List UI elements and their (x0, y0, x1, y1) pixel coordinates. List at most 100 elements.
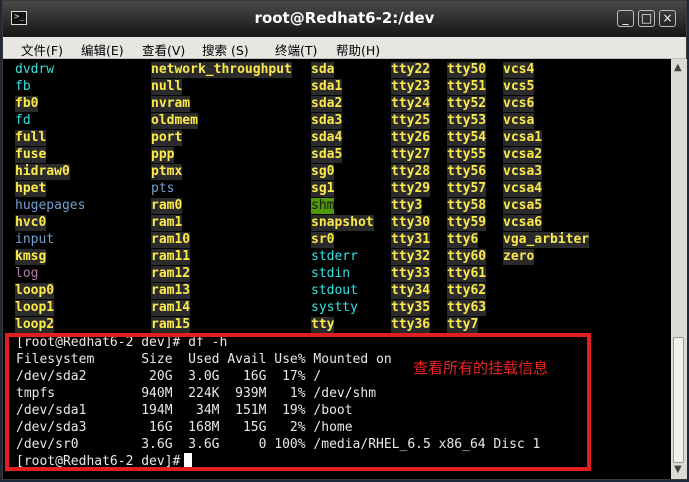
listing-entry: vcsa3 (503, 164, 543, 180)
listing-entry: tty30 (391, 215, 431, 231)
listing-entry: vcsa1 (503, 130, 543, 146)
listing-entry: tty (311, 317, 335, 333)
listing-entry: tty31 (391, 232, 431, 248)
listing-entry: tty62 (447, 283, 487, 299)
listing-entry: tty22 (391, 62, 431, 78)
listing-entry: ram11 (151, 249, 191, 265)
listing-entry: systty (311, 300, 358, 315)
listing-entry: tty61 (447, 266, 487, 282)
listing-entry: port (151, 130, 183, 146)
listing-entry: loop0 (15, 283, 55, 299)
scrollbar[interactable]: ▲ ▼ (671, 59, 687, 479)
listing-entry: tty50 (447, 62, 487, 78)
listing-entry: tty23 (391, 79, 431, 95)
annotation-label: 查看所有的挂载信息 (413, 359, 549, 377)
listing-entry: tty32 (391, 249, 431, 265)
listing-entry: input (15, 232, 55, 247)
listing-entry: fd (15, 113, 31, 128)
listing-entry: network_throughput (151, 62, 292, 78)
listing-entry: sg1 (311, 181, 335, 197)
listing-entry: tty55 (447, 147, 487, 163)
listing-entry: tty58 (447, 198, 487, 214)
menu-bar: 文件(F) 编辑(E) 查看(V) 搜索 (S) 终端(T) 帮助(H) (3, 37, 686, 59)
listing-entry: tty29 (391, 181, 431, 197)
listing-entry: oldmem (151, 113, 198, 129)
scrollbar-thumb[interactable] (673, 337, 684, 463)
listing-entry: tty24 (391, 96, 431, 112)
listing-entry: ram10 (151, 232, 191, 248)
listing-entry: pts (151, 181, 175, 196)
listing-entry: tty52 (447, 96, 487, 112)
listing-entry: sda (311, 62, 335, 78)
listing-entry: tty56 (447, 164, 487, 180)
listing-entry: vcsa2 (503, 147, 543, 163)
maximize-button[interactable]: □ (638, 10, 655, 27)
listing-entry: tty33 (391, 266, 431, 282)
listing-entry: tty26 (391, 130, 431, 146)
listing-entry: stdin (311, 266, 351, 281)
listing-entry: hvc0 (15, 215, 47, 231)
menu-terminal[interactable]: 终端(T) (275, 40, 317, 59)
listing-entry: ram0 (151, 198, 183, 214)
listing-entry: stderr (311, 249, 358, 264)
listing-entry: stdout (311, 283, 358, 298)
listing-entry: tty6 (447, 232, 479, 248)
listing-entry: hidraw0 (15, 164, 70, 180)
title-bar[interactable]: >_ root@Redhat6-2:/dev _ □ × (3, 1, 686, 37)
listing-entry: loop2 (15, 317, 55, 333)
listing-entry: zero (503, 249, 535, 265)
listing-entry: full (15, 130, 47, 146)
listing-entry: vcs5 (503, 79, 535, 95)
listing-entry: tty28 (391, 164, 431, 180)
listing-entry: sda3 (311, 113, 343, 129)
listing-entry: ram13 (151, 283, 191, 299)
listing-entry: tty54 (447, 130, 487, 146)
listing-entry: hugepages (15, 198, 86, 213)
listing-entry: sr0 (311, 232, 335, 248)
listing-entry: tty53 (447, 113, 487, 129)
listing-entry: tty25 (391, 113, 431, 129)
listing-entry: tty7 (447, 317, 479, 333)
listing-entry: tty35 (391, 300, 431, 316)
listing-entry: sda4 (311, 130, 343, 146)
listing-entry: fb (15, 79, 31, 94)
listing-entry: ram12 (151, 266, 191, 282)
scroll-down-arrow-icon[interactable]: ▼ (674, 464, 682, 475)
listing-entry: vga_arbiter (503, 232, 590, 248)
listing-entry: tty63 (447, 300, 487, 316)
listing-entry: sda5 (311, 147, 343, 163)
menu-help[interactable]: 帮助(H) (336, 40, 380, 59)
menu-file[interactable]: 文件(F) (21, 40, 63, 59)
listing-entry: vcs4 (503, 62, 535, 78)
listing-entry: ptmx (151, 164, 183, 180)
listing-entry: tty3 (391, 198, 423, 214)
listing-entry: dvdrw (15, 62, 55, 77)
menu-edit[interactable]: 编辑(E) (81, 40, 124, 59)
listing-entry: tty60 (447, 249, 487, 265)
minimize-button[interactable]: _ (617, 10, 634, 27)
listing-entry: vcsa6 (503, 215, 543, 231)
listing-entry: tty36 (391, 317, 431, 333)
menu-search[interactable]: 搜索 (S) (202, 40, 249, 59)
listing-entry: kmsg (15, 249, 47, 265)
listing-entry: vcsa (503, 113, 535, 129)
listing-entry: tty34 (391, 283, 431, 299)
listing-entry: vcsa5 (503, 198, 543, 214)
scroll-up-arrow-icon[interactable]: ▲ (674, 62, 682, 73)
listing-entry: sg0 (311, 164, 335, 180)
close-button[interactable]: × (659, 10, 676, 27)
listing-entry: tty51 (447, 79, 487, 95)
listing-entry: loop1 (15, 300, 55, 316)
listing-entry: vcsa4 (503, 181, 543, 197)
listing-entry: hpet (15, 181, 47, 197)
window-title: root@Redhat6-2:/dev (254, 9, 435, 27)
listing-entry: fuse (15, 147, 47, 163)
listing-entry: fb0 (15, 96, 39, 112)
menu-view[interactable]: 查看(V) (142, 40, 185, 59)
listing-entry: log (15, 266, 39, 281)
listing-entry: ram15 (151, 317, 191, 333)
listing-entry: null (151, 79, 183, 95)
listing-entry: tty59 (447, 215, 487, 231)
listing-entry: sda2 (311, 96, 343, 112)
listing-entry: snapshot (311, 215, 374, 231)
